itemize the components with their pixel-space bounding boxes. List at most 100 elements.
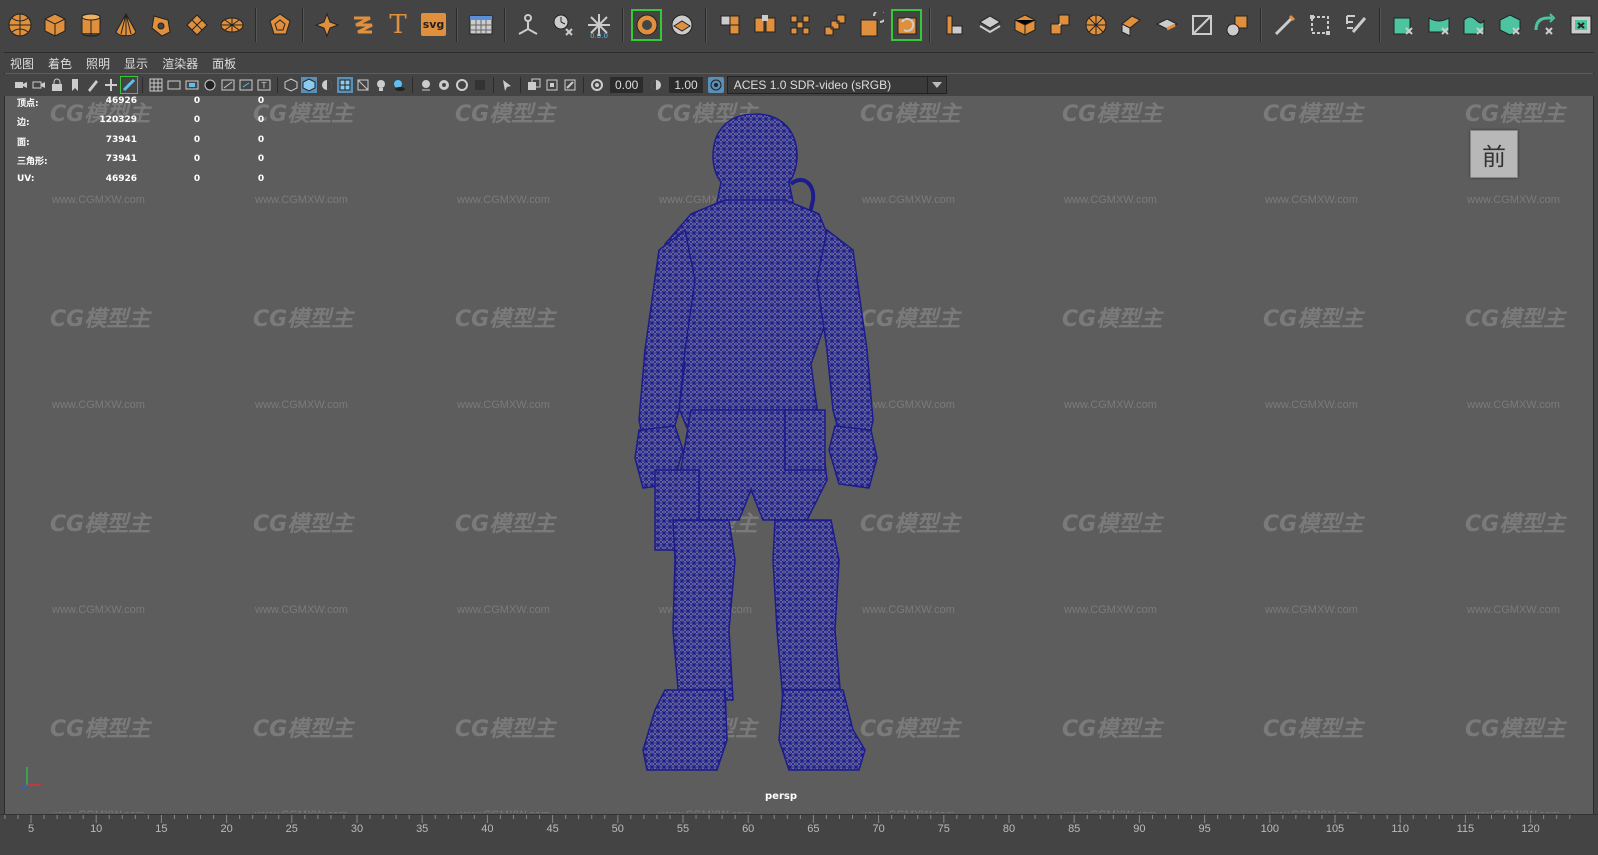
target-weld-icon[interactable] (785, 9, 816, 41)
grease-pencil-icon[interactable] (120, 76, 138, 94)
watermark-url: www.CGMXW.com (52, 604, 145, 616)
bevel-icon[interactable] (856, 9, 887, 41)
menu-shading[interactable]: 着色 (48, 55, 72, 72)
gamma-icon[interactable] (648, 77, 664, 93)
menu-view[interactable]: 视图 (10, 55, 34, 72)
text-icon[interactable]: T (382, 9, 413, 41)
safe-title-icon[interactable]: T (256, 77, 272, 93)
image-plane-icon[interactable] (85, 77, 101, 93)
exposure-icon[interactable] (589, 77, 605, 93)
use-all-lights-icon[interactable] (373, 77, 389, 93)
watermark-url: www.CGMXW.com (1265, 809, 1358, 813)
safe-action-icon[interactable] (238, 77, 254, 93)
wireframe-on-shaded-icon[interactable] (337, 77, 353, 93)
wedge-icon[interactable] (1045, 9, 1076, 41)
bevel-edge-icon[interactable] (1009, 9, 1040, 41)
camera-attributes-icon[interactable] (31, 77, 47, 93)
xray-joints-icon[interactable] (562, 77, 578, 93)
menu-lighting[interactable]: 照明 (86, 55, 110, 72)
uv-cylindrical-icon[interactable] (1388, 9, 1419, 41)
xray-active-components-icon[interactable] (544, 77, 560, 93)
uv-planar-icon[interactable] (1340, 9, 1371, 41)
color-management-icon[interactable] (707, 77, 724, 93)
svg-icon[interactable]: svg (418, 9, 449, 41)
poly-cube-icon[interactable] (39, 9, 70, 41)
bridge-icon[interactable] (666, 9, 697, 41)
watermark-url: www.CGMXW.com (1064, 604, 1157, 616)
shelf-separator (255, 7, 258, 42)
select-camera-icon[interactable] (13, 77, 29, 93)
watermark-text: CG模型主 (253, 512, 354, 537)
uv-camera-icon[interactable] (1458, 9, 1489, 41)
wireframe-icon[interactable] (283, 77, 299, 93)
toolbar-separator (520, 77, 521, 93)
grid-icon[interactable] (148, 77, 164, 93)
menu-show[interactable]: 显示 (124, 55, 148, 72)
poly-helix-icon[interactable] (347, 9, 378, 41)
platonic-solid-icon[interactable] (264, 9, 295, 41)
field-chart-icon[interactable] (220, 77, 236, 93)
transfer-attributes-icon[interactable] (1529, 9, 1560, 41)
smooth-icon[interactable] (548, 9, 579, 41)
multisample-aa-icon[interactable] (454, 77, 470, 93)
extrude-icon[interactable] (820, 9, 851, 41)
connect-icon[interactable] (1186, 9, 1217, 41)
hud-label: 边: (17, 118, 30, 128)
edit-edge-flow-icon[interactable] (1222, 9, 1253, 41)
screen-space-ao-icon[interactable] (418, 77, 434, 93)
shelf-separator (456, 7, 459, 42)
timeline-tick-label: 40 (481, 823, 494, 835)
uv-editor-icon[interactable] (1565, 9, 1596, 41)
watermark-url: www.CGMXW.com (255, 604, 348, 616)
view-cube[interactable]: 前 (1470, 130, 1518, 178)
gate-mask-icon[interactable] (202, 77, 218, 93)
append-icon[interactable] (974, 9, 1005, 41)
lock-camera-icon[interactable] (49, 77, 65, 93)
poly-disc-icon[interactable] (217, 9, 248, 41)
combine-icon[interactable] (513, 9, 544, 41)
menu-renderer[interactable]: 渲染器 (162, 55, 198, 72)
poly-sphere-icon[interactable] (4, 9, 35, 41)
reduce-icon[interactable]: 0,0,0 (584, 9, 615, 41)
gamma-field[interactable]: 1.00 (669, 77, 703, 93)
film-gate-icon[interactable] (166, 77, 182, 93)
poly-grid-icon[interactable] (465, 9, 496, 41)
menu-panels[interactable]: 面板 (212, 55, 236, 72)
multi-cut-icon[interactable] (1151, 9, 1182, 41)
smooth-shade-icon[interactable] (301, 77, 317, 93)
shadows-icon[interactable] (391, 77, 407, 93)
boolean-icon[interactable] (749, 9, 780, 41)
default-material-icon[interactable] (319, 77, 335, 93)
uv-automatic-icon[interactable] (1494, 9, 1525, 41)
color-space-dropdown[interactable]: ACES 1.0 SDR-video (sRGB) (726, 76, 947, 94)
time-slider[interactable]: 5 10 15 20 25 30 35 40 45 50 55 60 65 70 75 80 85 90 95 100… (0, 814, 1598, 854)
poly-plane-icon[interactable] (181, 9, 212, 41)
mirror-icon[interactable] (630, 8, 663, 41)
sweep-mesh-icon[interactable] (311, 9, 342, 41)
bevel-plus-icon[interactable] (1116, 9, 1147, 41)
persp-viewport[interactable]: CG模型主 www.CGMXW.com CG模型主 www.CGMXW.com CG模型… (5, 96, 1593, 813)
bookmark-icon[interactable] (67, 77, 83, 93)
crease-icon[interactable] (1080, 9, 1111, 41)
poly-cone-icon[interactable] (110, 9, 141, 41)
watermark-text: CG模型主 (1263, 102, 1364, 127)
uv-layout-icon[interactable] (1305, 9, 1336, 41)
uv-spherical-icon[interactable] (1423, 9, 1454, 41)
textured-icon[interactable] (355, 77, 371, 93)
timeline-tick-label: 15 (155, 823, 168, 835)
bridge-edge-icon[interactable] (890, 8, 923, 41)
fill-hole-icon[interactable] (714, 9, 745, 41)
poly-cylinder-icon[interactable] (75, 9, 106, 41)
xray-icon[interactable] (526, 77, 542, 93)
extrude-face-icon[interactable] (938, 9, 969, 41)
hud-label: 三角形: (17, 157, 48, 167)
uv-unfold-icon[interactable] (1269, 9, 1300, 41)
wireframe-character-model[interactable] (595, 110, 915, 780)
exposure-field[interactable]: 0.00 (610, 77, 644, 93)
isolate-select-icon[interactable] (499, 77, 515, 93)
depth-of-field-icon[interactable] (472, 77, 488, 93)
2d-pan-zoom-icon[interactable] (103, 77, 119, 93)
poly-torus-icon[interactable] (146, 9, 177, 41)
resolution-gate-icon[interactable] (184, 77, 200, 93)
motion-blur-icon[interactable] (436, 77, 452, 93)
